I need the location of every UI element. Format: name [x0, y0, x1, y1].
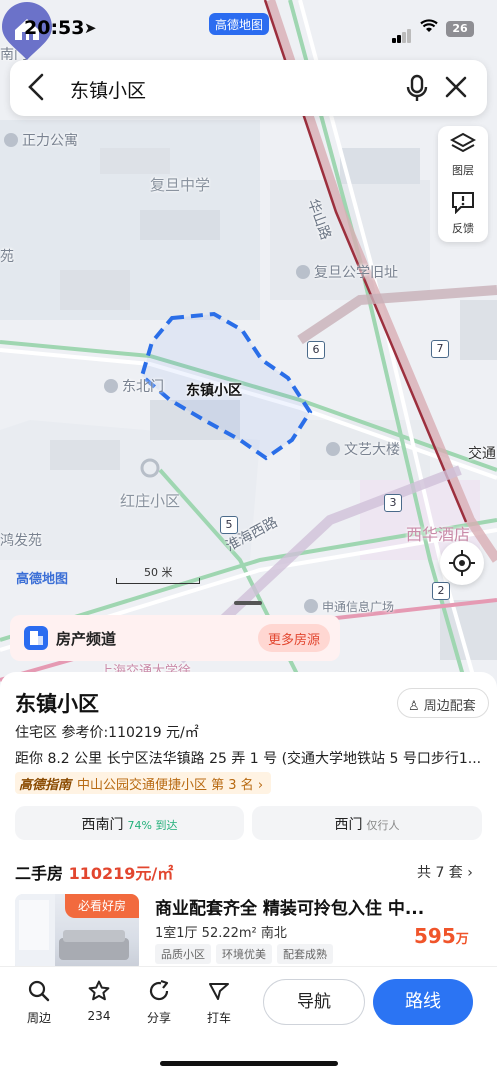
- feedback-button[interactable]: 反馈: [438, 190, 488, 246]
- guide-text: 中山公园交通便捷小区 第 3 名 ›: [77, 778, 264, 793]
- map-scale: 50 米: [116, 566, 200, 584]
- cellular-signal-icon: [392, 24, 412, 43]
- favorite-count: 234: [87, 1009, 111, 1023]
- listing-price-unit: 万: [455, 932, 469, 947]
- home-indicator: [160, 1061, 338, 1066]
- listing-chip: 品质小区: [155, 944, 211, 964]
- feedback-icon: [452, 192, 474, 215]
- map-watermark: 高德地图: [16, 572, 69, 587]
- property-channel-banner[interactable]: 房产频道 更多房源: [10, 615, 340, 661]
- feedback-label: 反馈: [452, 222, 474, 235]
- search-icon: [28, 980, 50, 1002]
- status-bar: 20:53 ➤ 高德地图 26: [0, 0, 497, 56]
- listing-title: 商业配套齐全 精装可拎包入住 中...: [155, 899, 425, 919]
- pin-label: 东镇小区: [186, 383, 242, 399]
- map-label-zhengli[interactable]: 正力公寓: [4, 130, 78, 150]
- listing-heading-price: 110219元/㎡: [68, 864, 174, 883]
- wifi-icon: [420, 18, 438, 37]
- taxi-button[interactable]: 打车: [195, 979, 243, 1026]
- map-label-hongzhuang[interactable]: 红庄小区: [120, 490, 180, 511]
- share-icon: [149, 979, 169, 1001]
- map-label-dongbeimen[interactable]: 东北门: [104, 376, 164, 396]
- map-label-fudan-middle[interactable]: 复旦中学: [150, 174, 210, 195]
- search-query[interactable]: 东镇小区: [70, 76, 146, 103]
- building-icon: [24, 626, 48, 650]
- gate-southwest[interactable]: 西南门 74% 到达: [15, 806, 244, 840]
- listing-heading: 二手房 110219元/㎡: [15, 860, 173, 884]
- bottom-toolbar: 周边 234 分享 打车 导航 路线: [0, 966, 497, 1076]
- map-label-jiaotong[interactable]: 交通: [468, 443, 496, 463]
- metro-badge-5[interactable]: 5: [220, 516, 238, 534]
- search-bar[interactable]: 东镇小区: [10, 60, 487, 116]
- nearby-facilities-button[interactable]: ♙ 周边配套: [397, 688, 489, 718]
- sheet-drag-handle[interactable]: [234, 601, 262, 605]
- place-name: 东镇小区: [15, 692, 99, 716]
- guide-brand: 高德指南: [19, 778, 72, 793]
- must-see-tag: 必看好房: [65, 894, 139, 918]
- metro-badge-3[interactable]: 3: [384, 494, 402, 512]
- secondhand-listing-card[interactable]: 二手房 110219元/㎡ 共 7 套 › 必看好房 商业配套齐全 精装可拎包入…: [0, 848, 497, 978]
- listing-heading-text: 二手房: [15, 864, 64, 883]
- navigate-button[interactable]: 导航: [263, 979, 365, 1025]
- nearby-facilities-label: 周边配套: [423, 699, 476, 714]
- location-arrow-icon: ➤: [84, 19, 97, 37]
- gate-west[interactable]: 西门 仅行人: [252, 806, 482, 840]
- gate-name: 西门: [334, 817, 363, 833]
- listing-price-value: 595: [414, 924, 456, 948]
- taxi-label: 打车: [206, 1011, 231, 1025]
- listing-thumbnail[interactable]: 必看好房: [15, 894, 139, 972]
- map-label-wenyi[interactable]: 文艺大楼: [326, 439, 400, 459]
- listing-spec: 1室1厅 52.22m² 南北: [155, 926, 287, 941]
- taxi-icon: [209, 983, 229, 1000]
- gate-note: 74% 到达: [127, 819, 178, 832]
- app-badge[interactable]: 高德地图: [209, 13, 270, 35]
- listing-chip: 环境优美: [216, 944, 272, 964]
- metro-badge-7[interactable]: 7: [431, 340, 449, 358]
- share-button[interactable]: 分享: [135, 979, 183, 1026]
- share-label: 分享: [146, 1011, 171, 1025]
- back-icon[interactable]: [26, 72, 46, 109]
- nearby-button[interactable]: 周边: [15, 979, 63, 1026]
- close-icon[interactable]: [442, 70, 470, 111]
- map-label-shentong[interactable]: 申通信息广场: [304, 598, 394, 615]
- map-label-fudan-apt[interactable]: 复旦公学旧址: [296, 262, 398, 282]
- map-tools-panel: 图层 反馈: [438, 126, 488, 242]
- star-icon: [88, 980, 110, 1001]
- layers-button[interactable]: 图层: [438, 132, 488, 188]
- nearby-label: 周边: [26, 1011, 51, 1025]
- map-label-yuan[interactable]: 苑: [0, 246, 14, 266]
- listing-count[interactable]: 共 7 套 ›: [417, 862, 473, 882]
- metro-badge-6[interactable]: 6: [307, 341, 325, 359]
- layers-label: 图层: [452, 164, 474, 177]
- status-time: 20:53: [24, 17, 85, 39]
- banner-title: 房产频道: [56, 630, 117, 648]
- battery-icon: 26: [446, 21, 474, 37]
- listing-price: 595万: [414, 924, 469, 948]
- gate-name: 西南门: [81, 817, 124, 833]
- gate-note: 仅行人: [366, 819, 400, 832]
- person-icon: ♙: [408, 699, 420, 714]
- locate-icon: [449, 550, 475, 576]
- place-type-price: 住宅区 参考价:110219 元/㎡: [15, 725, 199, 741]
- more-listings-button[interactable]: 更多房源: [258, 624, 331, 652]
- locate-button[interactable]: [440, 541, 484, 585]
- layers-icon: [449, 132, 477, 153]
- favorite-button[interactable]: 234: [75, 979, 123, 1023]
- microphone-icon[interactable]: [402, 73, 432, 103]
- place-address[interactable]: 距你 8.2 公里 长宁区法华镇路 25 弄 1 号 (交通大学地铁站 5 号口…: [15, 748, 485, 768]
- map-scale-bar: [116, 578, 200, 584]
- map-label-yingfa[interactable]: 鸿发苑: [0, 530, 42, 550]
- guide-ranking[interactable]: 高德指南 中山公园交通便捷小区 第 3 名 ›: [15, 772, 272, 794]
- route-button[interactable]: 路线: [373, 979, 473, 1025]
- listing-chip: 配套成熟: [277, 944, 333, 964]
